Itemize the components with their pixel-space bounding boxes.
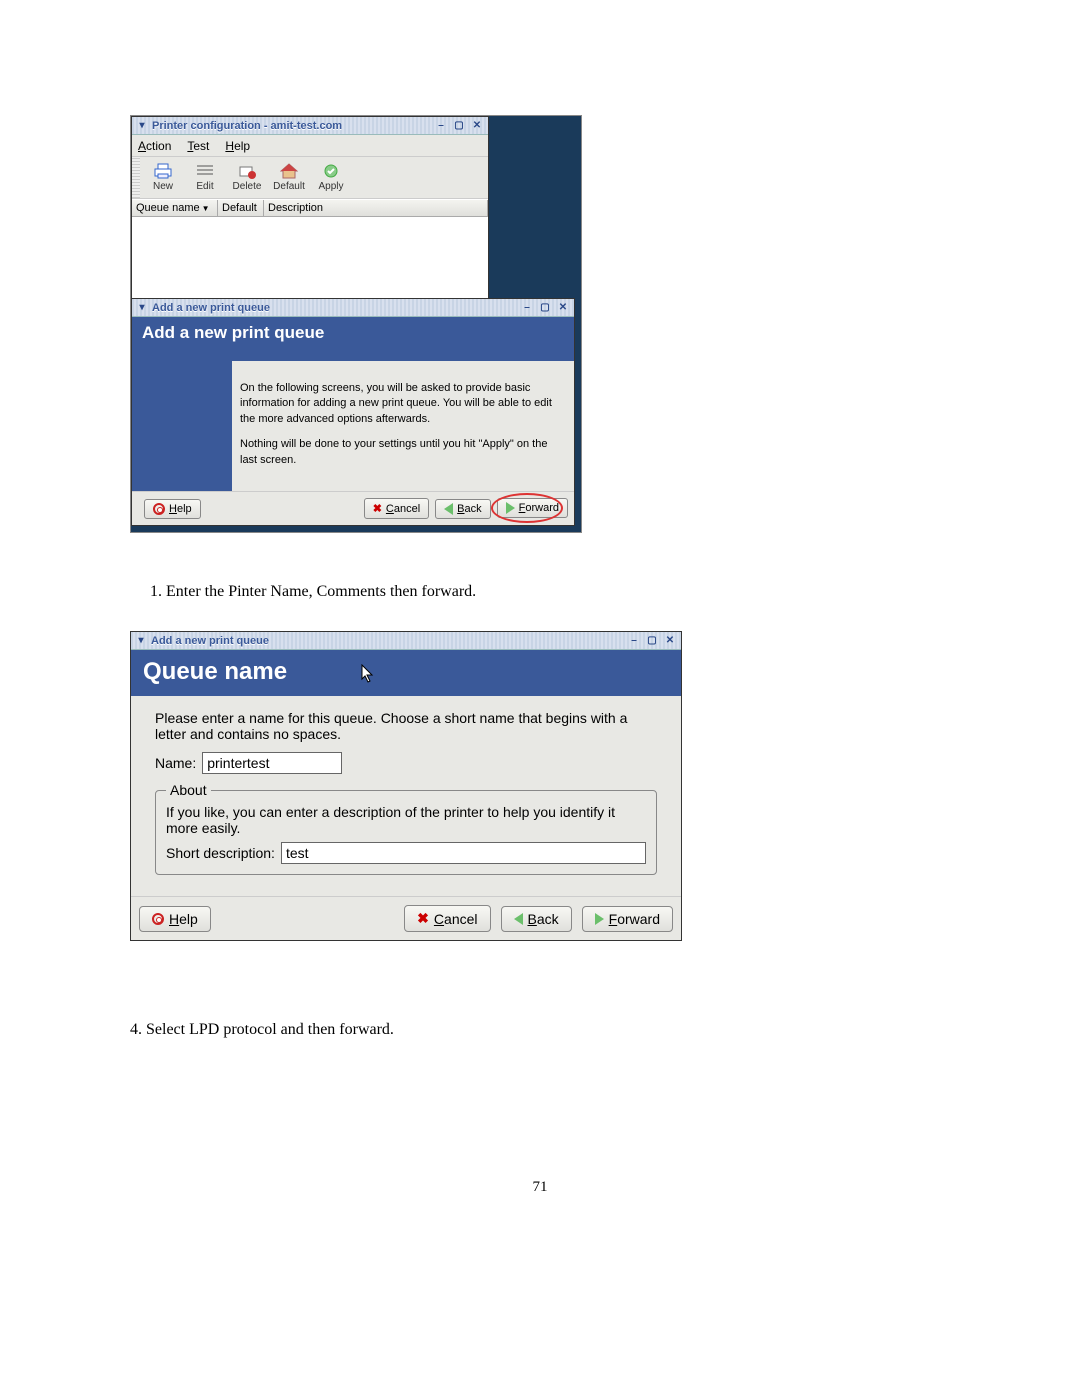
- cancel-button[interactable]: ✖ Cancel: [364, 498, 429, 519]
- add-queue-dialog-2: ▾ Add a new print queue – ▢ ✕ Queue name…: [130, 631, 682, 941]
- screenshot-1: ▾ Printer configuration - amit-test.com …: [130, 115, 582, 533]
- help-button[interactable]: Help: [144, 499, 201, 519]
- col-description[interactable]: Description: [264, 200, 488, 216]
- back-button[interactable]: Back: [435, 499, 490, 519]
- button-row: Help ✖ Cancel Back Forward: [132, 491, 574, 525]
- form-body: Please enter a name for this queue. Choo…: [131, 696, 681, 896]
- button-row: Help ✖ Cancel Back Forward: [131, 896, 681, 940]
- window-title: Add a new print queue: [151, 635, 269, 647]
- sort-icon: ▼: [202, 204, 210, 213]
- titlebar[interactable]: ▾ Printer configuration - amit-test.com …: [132, 117, 488, 135]
- delete-button[interactable]: Delete: [226, 163, 268, 192]
- help-icon: [152, 913, 164, 925]
- maximize-icon[interactable]: ▢: [538, 301, 552, 315]
- about-text: If you like, you can enter a description…: [166, 804, 646, 836]
- window-menu-icon[interactable]: ▾: [135, 635, 147, 647]
- printer-config-window: ▾ Printer configuration - amit-test.com …: [131, 116, 489, 316]
- minimize-icon[interactable]: –: [627, 634, 641, 648]
- back-icon: [514, 913, 523, 925]
- instruction-step-4: 4. Select LPD protocol and then forward.: [130, 1021, 950, 1039]
- window-title: Printer configuration - amit-test.com: [152, 120, 342, 132]
- description-input[interactable]: [281, 842, 646, 864]
- printer-icon: [154, 163, 172, 179]
- back-button[interactable]: Back: [501, 906, 572, 932]
- titlebar[interactable]: ▾ Add a new print queue – ▢ ✕: [132, 299, 574, 317]
- help-icon: [153, 503, 165, 515]
- column-headers: Queue name▼ Default Description: [132, 199, 488, 217]
- name-label: Name:: [155, 755, 196, 771]
- edit-button[interactable]: Edit: [184, 163, 226, 192]
- delete-icon: [238, 163, 256, 179]
- forward-icon: [595, 913, 604, 925]
- cancel-icon: ✖: [373, 502, 382, 515]
- menu-action[interactable]: Action: [138, 139, 171, 153]
- minimize-icon[interactable]: –: [520, 301, 534, 315]
- screenshot-2: ▾ Add a new print queue – ▢ ✕ Queue name…: [130, 631, 686, 971]
- window-menu-icon[interactable]: ▾: [136, 120, 148, 132]
- menu-help[interactable]: Help: [225, 139, 250, 153]
- cursor-icon: [240, 478, 252, 490]
- close-icon[interactable]: ✕: [556, 301, 570, 315]
- col-queue-name[interactable]: Queue name▼: [132, 200, 218, 216]
- side-panel: [132, 361, 232, 491]
- minimize-icon[interactable]: –: [434, 119, 448, 133]
- col-default[interactable]: Default: [218, 200, 264, 216]
- dialog-banner: Add a new print queue: [132, 317, 574, 361]
- dialog-banner: Queue name: [131, 650, 681, 696]
- intro-text: Please enter a name for this queue. Choo…: [155, 710, 657, 742]
- forward-button[interactable]: Forward: [497, 498, 568, 518]
- name-input[interactable]: [202, 752, 342, 774]
- description-label: Short description:: [166, 845, 275, 861]
- cancel-icon: ✖: [417, 910, 429, 927]
- page-number: 71: [130, 1179, 950, 1196]
- cancel-button[interactable]: ✖ Cancel: [404, 905, 490, 932]
- help-button[interactable]: Help: [139, 906, 211, 932]
- info-text: On the following screens, you will be as…: [232, 361, 574, 491]
- toolbar-grip: [132, 157, 140, 198]
- menu-test[interactable]: Test: [187, 139, 209, 153]
- instruction-step-1: 1. Enter the Pinter Name, Comments then …: [150, 583, 950, 601]
- maximize-icon[interactable]: ▢: [645, 634, 659, 648]
- close-icon[interactable]: ✕: [663, 634, 677, 648]
- maximize-icon[interactable]: ▢: [452, 119, 466, 133]
- apply-icon: [322, 163, 340, 179]
- home-icon: [280, 163, 298, 179]
- cursor-icon: [361, 664, 377, 684]
- window-menu-icon[interactable]: ▾: [136, 302, 148, 314]
- new-button[interactable]: New: [142, 163, 184, 192]
- titlebar[interactable]: ▾ Add a new print queue – ▢ ✕: [131, 632, 681, 650]
- close-icon[interactable]: ✕: [470, 119, 484, 133]
- menubar: Action Test Help: [132, 135, 488, 157]
- apply-button[interactable]: Apply: [310, 163, 352, 192]
- window-title: Add a new print queue: [152, 302, 270, 314]
- default-button[interactable]: Default: [268, 163, 310, 192]
- about-fieldset: About If you like, you can enter a descr…: [155, 782, 657, 875]
- list-icon: [196, 163, 214, 179]
- forward-icon: [506, 502, 515, 514]
- add-queue-dialog-1: ▾ Add a new print queue – ▢ ✕ Add a new …: [131, 298, 575, 526]
- forward-button[interactable]: Forward: [582, 906, 673, 932]
- back-icon: [444, 503, 453, 515]
- about-legend: About: [166, 782, 211, 798]
- toolbar: New Edit Delete: [132, 157, 488, 199]
